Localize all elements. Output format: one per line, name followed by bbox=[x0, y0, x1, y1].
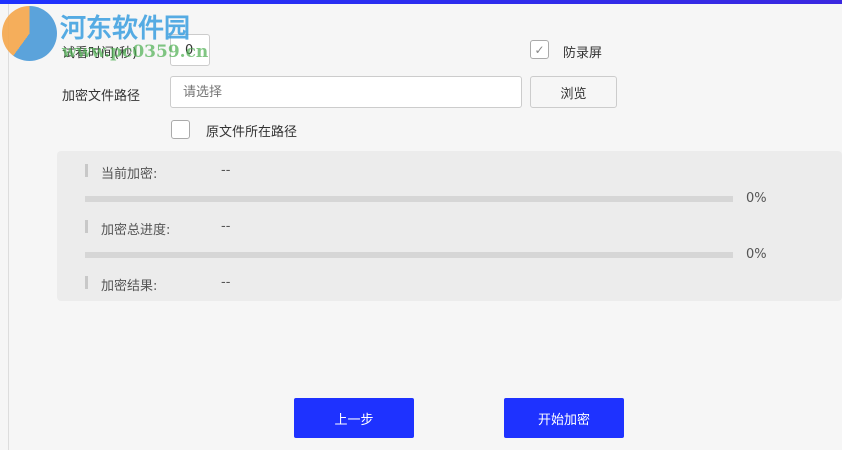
section-marker bbox=[85, 220, 88, 233]
anti-record-checkbox[interactable]: ✓ bbox=[530, 40, 549, 59]
start-encrypt-button[interactable]: 开始加密 bbox=[504, 398, 624, 438]
browse-button[interactable]: 浏览 bbox=[530, 76, 617, 108]
current-value: -- bbox=[221, 163, 231, 178]
original-path-label: 原文件所在路径 bbox=[206, 125, 298, 140]
section-marker bbox=[85, 276, 88, 289]
watermark-url: www.pc0359.cn bbox=[62, 42, 209, 62]
original-path-checkbox[interactable] bbox=[171, 120, 190, 139]
current-percent: 0% bbox=[746, 191, 767, 206]
path-input[interactable] bbox=[170, 76, 522, 108]
prev-button[interactable]: 上一步 bbox=[294, 398, 414, 438]
total-percent: 0% bbox=[746, 247, 767, 262]
watermark-name: 河东软件园 bbox=[60, 14, 191, 44]
result-value: -- bbox=[221, 275, 231, 290]
section-marker bbox=[85, 164, 88, 177]
path-label: 加密文件路径 bbox=[62, 89, 141, 104]
divider bbox=[8, 4, 9, 450]
anti-record-label: 防录屏 bbox=[563, 46, 603, 61]
total-progress-bar bbox=[85, 252, 733, 258]
result-label: 加密结果: bbox=[101, 279, 158, 294]
top-accent-bar bbox=[0, 0, 842, 4]
total-label: 加密总进度: bbox=[101, 223, 171, 238]
watermark-logo-icon bbox=[2, 6, 57, 61]
check-icon: ✓ bbox=[534, 42, 545, 57]
current-label: 当前加密: bbox=[101, 167, 158, 182]
total-value: -- bbox=[221, 219, 231, 234]
progress-panel bbox=[57, 151, 842, 301]
current-progress-bar bbox=[85, 196, 733, 202]
